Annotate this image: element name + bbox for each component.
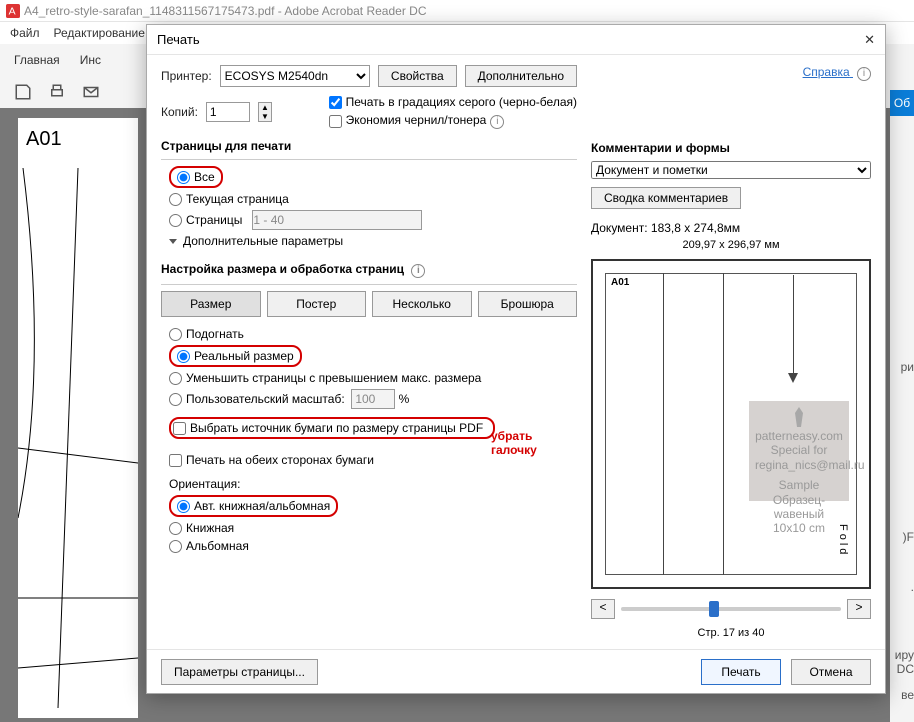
next-page-button[interactable]: > [847, 599, 871, 619]
duplex-checkbox[interactable] [169, 454, 182, 467]
pages-range-input[interactable] [252, 210, 422, 230]
info-icon[interactable]: i [411, 264, 425, 278]
ink-economy-checkbox[interactable]: Экономия чернил/тонераi [329, 113, 577, 129]
paper-source-checkbox[interactable] [173, 422, 186, 435]
info-icon: i [857, 67, 871, 81]
radio-actual-size[interactable] [177, 350, 190, 363]
radio-orient-landscape[interactable] [169, 540, 182, 553]
print-preview: A01 patterneasy.com Special for regina_n… [591, 259, 871, 589]
page-slider[interactable] [621, 607, 841, 611]
dialog-title: Печать [157, 32, 200, 47]
save-icon[interactable] [14, 83, 32, 101]
bg-frag: ри [901, 360, 914, 374]
right-blue-button[interactable]: Об [890, 90, 914, 116]
highlight-all: Все [169, 166, 223, 188]
pattern-lines-icon [18, 168, 138, 708]
radio-orient-portrait[interactable] [169, 522, 182, 535]
tab-multiple[interactable]: Несколько [372, 291, 472, 317]
help-link[interactable]: Справка i [803, 65, 871, 81]
page-label: A01 [26, 128, 130, 151]
annotation-text: убратьгалочку [491, 429, 537, 457]
menu-file[interactable]: Файл [10, 26, 40, 40]
right-panel [890, 54, 914, 722]
page-indicator: Стр. 17 из 40 [591, 627, 871, 639]
bg-frag: )F [903, 530, 914, 544]
chevron-down-icon[interactable] [169, 239, 177, 244]
app-title: A4_retro-style-sarafan_1148311567175473.… [24, 4, 427, 18]
print-icon[interactable] [48, 83, 66, 101]
tab-home[interactable]: Главная [14, 53, 60, 67]
properties-button[interactable]: Свойства [378, 65, 457, 87]
orientation-label: Ориентация: [169, 477, 577, 491]
more-params-toggle[interactable]: Дополнительные параметры [183, 234, 343, 248]
pdf-icon: A [6, 4, 20, 18]
radio-pages[interactable] [169, 214, 182, 227]
tab-size[interactable]: Размер [161, 291, 261, 317]
page-setup-button[interactable]: Параметры страницы... [161, 659, 318, 685]
copies-input[interactable] [206, 102, 250, 122]
comments-select[interactable]: Документ и пометки [591, 161, 871, 179]
menu-edit[interactable]: Редактирование [54, 26, 145, 40]
fold-text: Fold [837, 524, 849, 557]
info-icon[interactable]: i [490, 115, 504, 129]
prev-page-button[interactable]: < [591, 599, 615, 619]
tab-booklet[interactable]: Брошюра [478, 291, 578, 317]
printer-label: Принтер: [161, 69, 212, 83]
dialog-footer: Параметры страницы... Печать Отмена [147, 649, 885, 693]
close-icon[interactable]: ✕ [864, 32, 875, 48]
preview-page-label: A01 [611, 277, 629, 288]
tab-tools[interactable]: Инс [80, 53, 101, 67]
app-titlebar: A A4_retro-style-sarafan_114831156717547… [0, 0, 914, 22]
radio-fit[interactable] [169, 328, 182, 341]
bg-frag: . [911, 580, 914, 594]
radio-shrink[interactable] [169, 372, 182, 385]
scale-input[interactable] [351, 389, 395, 409]
cancel-button[interactable]: Отмена [791, 659, 871, 685]
copies-label: Копий: [161, 105, 198, 119]
advanced-button[interactable]: Дополнительно [465, 65, 577, 87]
highlight-orient-auto: Авт. книжная/альбомная [169, 495, 338, 517]
bg-frag: DC [897, 662, 914, 676]
grayscale-checkbox[interactable]: Печать в градациях серого (черно-белая) [329, 95, 577, 109]
radio-custom-scale[interactable] [169, 393, 182, 406]
highlight-paper-source: Выбрать источник бумаги по размеру стран… [169, 417, 495, 439]
comments-section-label: Комментарии и формы [591, 141, 871, 155]
printer-select[interactable]: ECOSYS M2540dn [220, 65, 370, 87]
bg-frag: иру [895, 648, 914, 662]
watermark: patterneasy.com Special for regina_nics@… [749, 401, 849, 501]
radio-current[interactable] [169, 193, 182, 206]
pdf-page: A01 [18, 118, 138, 718]
radio-all[interactable] [177, 171, 190, 184]
paper-size-text: 209,97 x 296,97 мм [591, 239, 871, 251]
highlight-actual: Реальный размер [169, 345, 302, 367]
tab-poster[interactable]: Постер [267, 291, 367, 317]
arrow-down-icon [788, 373, 798, 383]
print-button[interactable]: Печать [701, 659, 781, 685]
dialog-titlebar: Печать ✕ [147, 25, 885, 55]
pages-section-label: Страницы для печати [161, 139, 577, 153]
summary-button[interactable]: Сводка комментариев [591, 187, 741, 209]
bg-frag: ве [901, 688, 914, 702]
print-dialog: Печать ✕ Принтер: ECOSYS M2540dn Свойств… [146, 24, 886, 694]
sizing-section-label: Настройка размера и обработка страниц i [161, 262, 577, 278]
doc-size-text: Документ: 183,8 x 274,8мм [591, 221, 871, 235]
svg-text:A: A [9, 5, 16, 17]
radio-orient-auto[interactable] [177, 500, 190, 513]
mail-icon[interactable] [82, 83, 100, 101]
dress-icon [789, 407, 809, 427]
copies-spinner[interactable]: ▲▼ [258, 102, 272, 122]
